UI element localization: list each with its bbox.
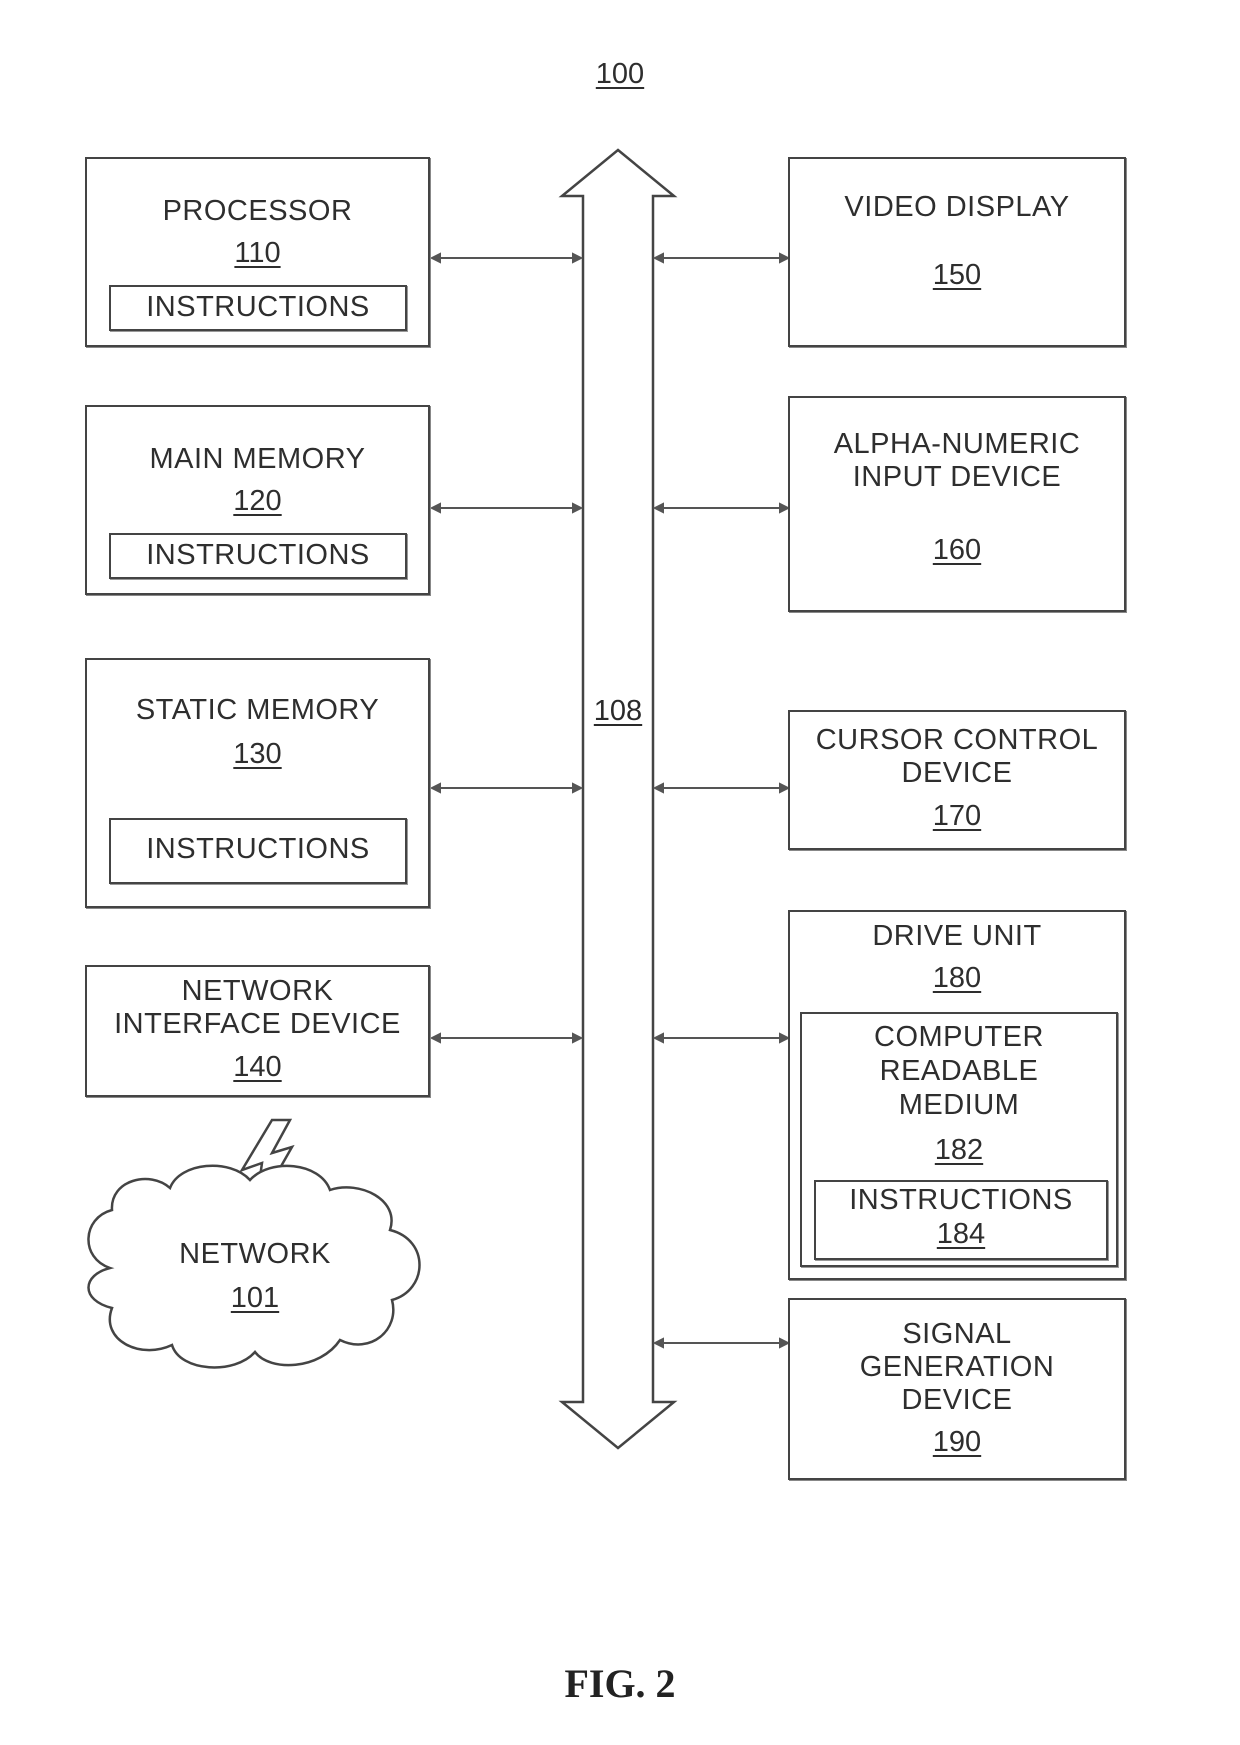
reference-number: 101: [230, 1282, 280, 1314]
block-title: NETWORK INTERFACE DEVICE: [114, 975, 401, 1040]
block-title: PROCESSOR: [162, 195, 353, 227]
block-title: DRIVE UNIT: [872, 920, 1042, 952]
block-title: STATIC MEMORY: [135, 694, 380, 726]
block-reference: 140: [87, 1051, 428, 1084]
block-title: ALPHA-NUMERIC INPUT DEVICE: [833, 428, 1081, 493]
block-reference: 170: [790, 800, 1124, 833]
reference-number: 184: [936, 1218, 986, 1250]
instructions-block: INSTRUCTIONS: [109, 818, 407, 884]
block-title: VIDEO DISPLAY: [844, 191, 1070, 223]
reference-number: 190: [932, 1426, 982, 1458]
reference-number: 130: [233, 738, 282, 770]
reference-number: 110: [234, 237, 281, 269]
reference-number: 160: [932, 534, 982, 566]
network-title: NETWORK: [179, 1238, 331, 1270]
block-reference: 150: [790, 259, 1124, 292]
instructions-label: INSTRUCTIONS: [146, 833, 370, 865]
processor-block: PROCESSOR 110 INSTRUCTIONS: [85, 157, 430, 347]
bus-label: 108: [583, 695, 653, 728]
alpha-numeric-input-block: ALPHA-NUMERIC INPUT DEVICE 160: [788, 396, 1126, 612]
bus-reference-number: 108: [593, 695, 643, 727]
static-memory-block: STATIC MEMORY 130 INSTRUCTIONS: [85, 658, 430, 908]
medium-title: COMPUTER READABLE MEDIUM: [874, 1021, 1044, 1121]
cursor-control-block: CURSOR CONTROL DEVICE 170: [788, 710, 1126, 850]
block-title: SIGNAL GENERATION DEVICE: [859, 1318, 1055, 1416]
video-display-block: VIDEO DISPLAY 150: [788, 157, 1126, 347]
instructions-block: INSTRUCTIONS: [109, 285, 407, 331]
instructions-label: INSTRUCTIONS: [849, 1184, 1073, 1216]
computer-readable-medium-block: COMPUTER READABLE MEDIUM 182 INSTRUCTION…: [800, 1012, 1118, 1267]
instructions-block: INSTRUCTIONS: [109, 533, 407, 579]
reference-number: 170: [932, 800, 982, 832]
reference-number: 140: [233, 1051, 282, 1083]
reference-number: 150: [932, 259, 982, 291]
drive-unit-block: DRIVE UNIT 180 COMPUTER READABLE MEDIUM …: [788, 910, 1126, 1280]
instructions-label: INSTRUCTIONS: [146, 291, 370, 323]
medium-reference: 182: [802, 1134, 1116, 1167]
block-reference: 120: [87, 485, 428, 518]
block-reference: 110: [87, 237, 428, 270]
reference-number: 182: [934, 1134, 984, 1166]
reference-number: 120: [233, 485, 282, 517]
instructions-label: INSTRUCTIONS: [146, 539, 370, 571]
instructions-184-block: INSTRUCTIONS 184: [814, 1180, 1108, 1260]
signal-generation-block: SIGNAL GENERATION DEVICE 190: [788, 1298, 1126, 1480]
block-reference: 190: [790, 1426, 1124, 1459]
figure-caption: FIG. 2: [564, 1661, 676, 1706]
bus-arrow-108: [558, 148, 678, 1450]
network-reference: 101: [110, 1282, 400, 1315]
block-reference: 160: [790, 534, 1124, 567]
reference-number: 180: [932, 962, 982, 994]
instructions-reference: 184: [816, 1218, 1106, 1251]
main-memory-block: MAIN MEMORY 120 INSTRUCTIONS: [85, 405, 430, 595]
block-title: MAIN MEMORY: [149, 443, 366, 475]
block-title: CURSOR CONTROL DEVICE: [815, 724, 1099, 789]
block-reference: 180: [790, 962, 1124, 995]
block-reference: 130: [87, 738, 428, 771]
network-interface-block: NETWORK INTERFACE DEVICE 140: [85, 965, 430, 1097]
